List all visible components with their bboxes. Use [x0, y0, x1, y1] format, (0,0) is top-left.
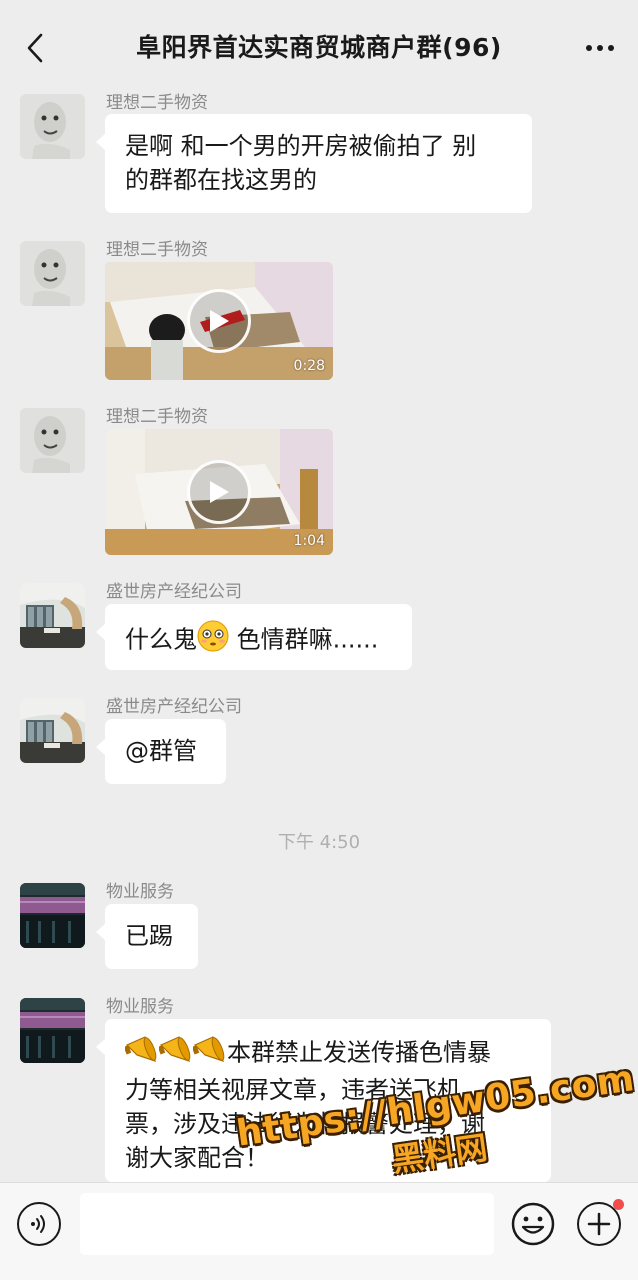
voice-input-icon[interactable]	[17, 1202, 61, 1246]
chat-title: 阜阳界首达实商贸城商户群(96)	[136, 33, 502, 62]
video-duration: 0:28	[293, 358, 325, 374]
more-options-icon[interactable]	[582, 34, 618, 62]
message-bubble[interactable]: 什么鬼 色情群嘛......	[96, 604, 412, 670]
megaphone-emoji-icon	[123, 1034, 159, 1073]
message-text: 已踢	[125, 922, 173, 950]
sender-name: 理想二手物资	[106, 240, 208, 260]
message-text: @群管	[125, 737, 197, 765]
play-icon[interactable]	[187, 289, 251, 353]
avatar[interactable]	[20, 408, 85, 473]
avatar[interactable]	[20, 698, 85, 763]
avatar[interactable]	[20, 94, 85, 159]
chat-header: 阜阳界首达实商贸城商户群(96)	[0, 0, 638, 92]
message-bubble[interactable]: 是啊 和一个男的开房被偷拍了 别 的群都在找这男的	[96, 114, 532, 213]
sender-name: 盛世房产经纪公司	[106, 697, 242, 717]
emoji-picker-icon[interactable]	[511, 1202, 555, 1246]
megaphone-emoji-icon	[157, 1034, 193, 1073]
video-message[interactable]: 0:28	[105, 262, 333, 380]
time-divider: 下午 4:50	[277, 832, 361, 853]
sender-name: 物业服务	[106, 997, 174, 1017]
avatar[interactable]	[20, 998, 85, 1063]
avatar[interactable]	[20, 241, 85, 306]
message-text: 什么鬼	[125, 625, 197, 654]
message-bubble[interactable]: 已踢	[96, 904, 198, 969]
sender-name: 盛世房产经纪公司	[106, 582, 242, 602]
message-text: 的群都在找这男的	[125, 166, 317, 194]
back-arrow-icon[interactable]	[20, 30, 50, 66]
message-text: 本群禁止发送传播色情暴	[227, 1038, 491, 1067]
video-duration: 1:04	[293, 533, 325, 549]
megaphone-emoji-icon	[191, 1034, 227, 1073]
video-message[interactable]: 1:04	[105, 429, 333, 555]
sender-name: 理想二手物资	[106, 407, 208, 427]
avatar[interactable]	[20, 583, 85, 648]
message-text: 色情群嘛......	[229, 625, 379, 654]
play-icon[interactable]	[187, 460, 251, 524]
notification-dot	[613, 1199, 624, 1210]
message-bubble[interactable]: @群管	[96, 719, 226, 784]
sender-name: 物业服务	[106, 882, 174, 902]
flushed-face-emoji-icon	[197, 620, 229, 661]
avatar[interactable]	[20, 883, 85, 948]
message-text: 是啊 和一个男的开房被偷拍了 别	[125, 132, 477, 160]
